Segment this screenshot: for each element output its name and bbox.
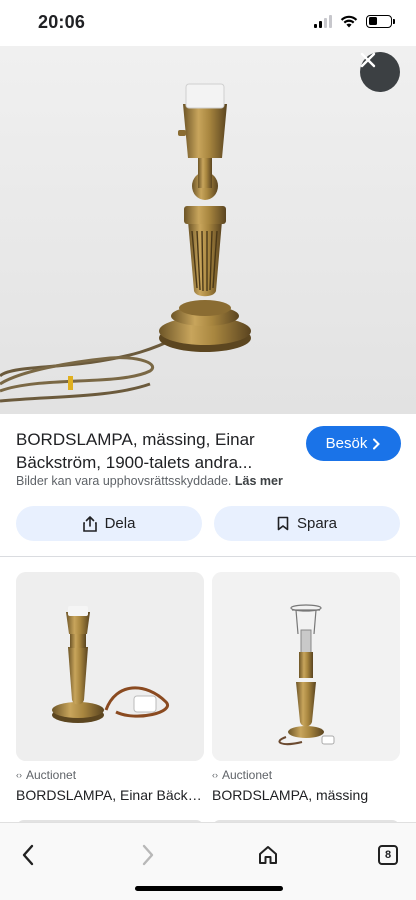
related-image <box>16 572 204 761</box>
home-icon <box>259 846 277 864</box>
related-title: BORDSLAMPA, Einar Bäckström <box>16 787 204 803</box>
related-card[interactable]: ‹› Auctionet BORDSLAMPA, mässing <box>212 572 400 803</box>
status-time: 20:06 <box>38 12 86 32</box>
chevron-right-icon <box>373 438 381 449</box>
related-source: ‹› Auctionet <box>212 768 400 782</box>
share-button[interactable]: Dela <box>16 506 202 541</box>
share-icon <box>82 515 97 532</box>
tabs-button[interactable]: 8 <box>366 833 410 877</box>
action-row: Dela Spara <box>16 506 400 541</box>
wifi-icon <box>340 15 358 28</box>
read-more-link[interactable]: Läs mer <box>235 474 283 488</box>
status-bar: 20:06 <box>0 0 416 46</box>
hero-image[interactable] <box>0 46 416 414</box>
home-indicator <box>135 886 283 891</box>
tab-count: 8 <box>378 845 398 865</box>
chevron-right-icon <box>142 844 154 866</box>
home-button[interactable] <box>246 833 290 877</box>
related-source-label: Auctionet <box>222 768 273 782</box>
signal-icon <box>314 14 332 28</box>
visit-label: Besök <box>325 435 368 452</box>
close-icon <box>360 52 376 68</box>
visit-button[interactable]: Besök <box>306 426 401 461</box>
related-grid: ‹› Auctionet BORDSLAMPA, Einar Bäckström… <box>16 572 400 803</box>
lamp-image <box>0 46 416 414</box>
share-label: Dela <box>104 515 136 532</box>
source-icon: ‹› <box>16 770 22 780</box>
status-icons <box>314 14 395 28</box>
related-source: ‹› Auctionet <box>16 768 204 782</box>
related-image <box>212 572 400 761</box>
related-title: BORDSLAMPA, mässing <box>212 787 369 803</box>
save-label: Spara <box>296 515 338 532</box>
divider <box>0 556 416 557</box>
battery-icon <box>366 14 395 28</box>
close-button[interactable] <box>360 52 400 92</box>
chevron-left-icon <box>22 844 34 866</box>
related-card[interactable]: ‹› Auctionet BORDSLAMPA, Einar Bäckström <box>16 572 204 803</box>
related-source-label: Auctionet <box>26 768 77 782</box>
forward-button[interactable] <box>126 833 170 877</box>
bookmark-icon <box>277 516 289 531</box>
result-title[interactable]: BORDSLAMPA, mässing, Einar Bäckström, 19… <box>16 428 286 474</box>
copyright-text: Bilder kan vara upphovsrättsskyddade. <box>16 474 232 488</box>
save-button[interactable]: Spara <box>214 506 400 541</box>
copyright-notice: Bilder kan vara upphovsrättsskyddade. Lä… <box>16 474 283 488</box>
back-button[interactable] <box>6 833 50 877</box>
source-icon: ‹› <box>212 770 218 780</box>
